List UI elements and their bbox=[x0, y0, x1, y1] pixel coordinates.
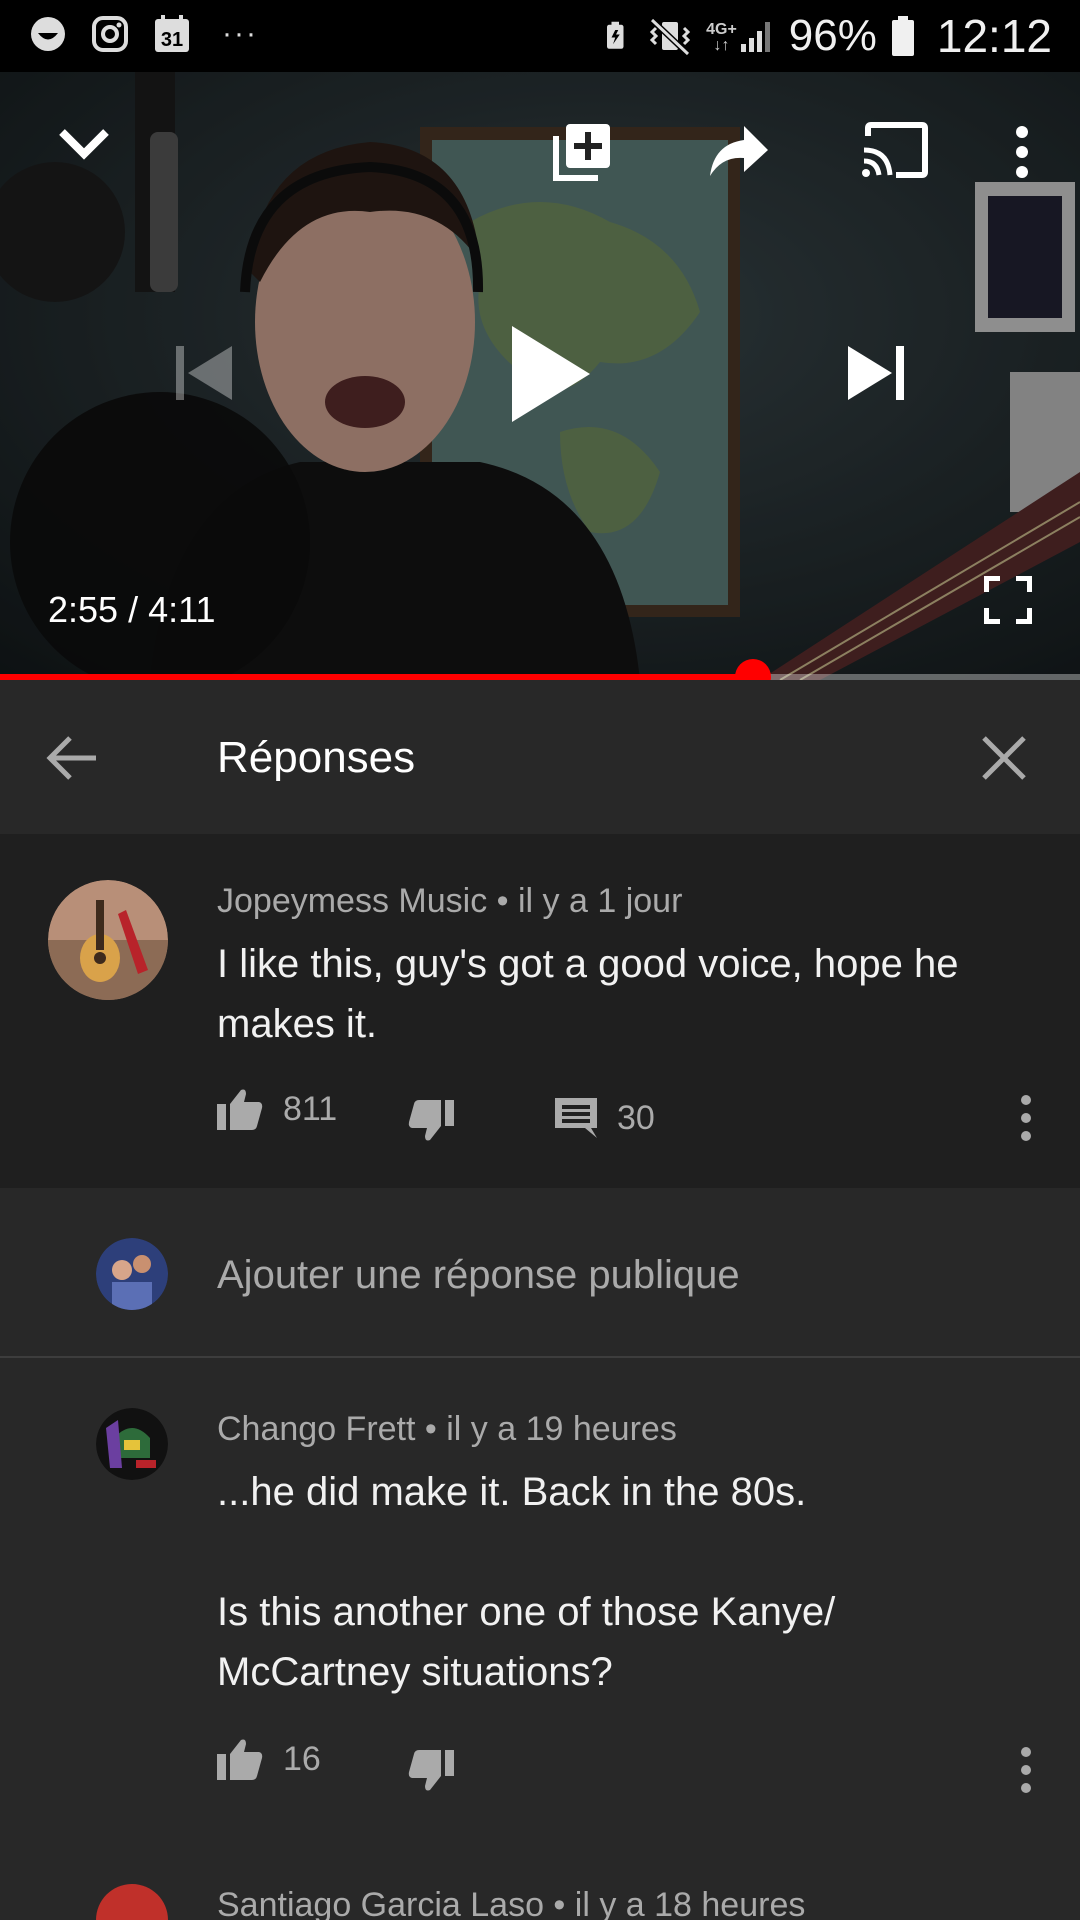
reply-input-row[interactable]: Ajouter une réponse publique bbox=[0, 1188, 1080, 1358]
battery-saver-icon bbox=[607, 21, 624, 49]
calendar-day: 31 bbox=[161, 29, 183, 51]
reply-count: 30 bbox=[617, 1099, 655, 1137]
reply-meta: Santiago Garcia Laso • il y a 18 heures bbox=[217, 1886, 806, 1920]
data-arrows-icon: ↓↑ bbox=[713, 37, 730, 54]
video-player[interactable]: 2:55 / 4:11 bbox=[0, 72, 1080, 680]
clock: 12:12 bbox=[936, 10, 1052, 62]
playback-time: 2:55 / 4:11 bbox=[48, 589, 216, 630]
battery-percent: 96% bbox=[788, 11, 877, 60]
author-avatar[interactable] bbox=[48, 880, 168, 1000]
like-button[interactable]: 811 bbox=[217, 1088, 337, 1130]
reply-more-icon[interactable] bbox=[1016, 1746, 1036, 1794]
more-options-icon[interactable] bbox=[1012, 124, 1032, 180]
previous-track-icon[interactable] bbox=[176, 344, 232, 402]
comment-more-icon[interactable] bbox=[1016, 1094, 1036, 1142]
like-count: 811 bbox=[283, 1090, 338, 1128]
reply-author-avatar[interactable] bbox=[96, 1884, 168, 1920]
comment-text: I like this, guy's got a good voice, hop… bbox=[217, 942, 959, 1046]
play-icon[interactable] bbox=[510, 326, 590, 422]
signal-icon bbox=[740, 22, 770, 52]
replies-button[interactable]: 30 bbox=[555, 1097, 655, 1139]
reply-dislike-button[interactable] bbox=[408, 1750, 454, 1792]
share-icon[interactable] bbox=[710, 126, 768, 176]
battery-icon bbox=[891, 16, 914, 56]
replies-list: Chango Frett • il y a 19 heures ...he di… bbox=[0, 1358, 1080, 1920]
thumbs-up-icon bbox=[217, 1089, 263, 1130]
reply-like-button[interactable]: 16 bbox=[217, 1738, 321, 1780]
instagram-icon bbox=[92, 16, 128, 52]
page-title: Réponses bbox=[217, 733, 416, 782]
reply-text: ...he did make it. Back in the 80s. Is t… bbox=[217, 1470, 836, 1694]
reply-like-count: 16 bbox=[283, 1740, 321, 1778]
vibrate-mute-icon bbox=[649, 17, 691, 56]
smiley-notification-icon bbox=[31, 17, 65, 51]
thumbs-down-icon bbox=[408, 1100, 454, 1141]
comment-icon bbox=[555, 1098, 597, 1138]
add-to-playlist-icon[interactable] bbox=[552, 122, 612, 182]
back-arrow-icon[interactable] bbox=[44, 730, 100, 786]
calendar-icon: 31 bbox=[155, 15, 189, 52]
dislike-button[interactable] bbox=[408, 1100, 454, 1142]
close-icon[interactable] bbox=[976, 730, 1032, 786]
minimize-chevron-icon[interactable] bbox=[56, 124, 112, 164]
reply-author-avatar[interactable] bbox=[96, 1408, 168, 1480]
reply-input-placeholder[interactable]: Ajouter une réponse publique bbox=[217, 1250, 740, 1300]
next-track-icon[interactable] bbox=[848, 344, 904, 402]
parent-comment: Jopeymess Music • il y a 1 jour I like t… bbox=[0, 834, 1080, 1188]
fullscreen-icon[interactable] bbox=[984, 576, 1032, 624]
more-notifications: ··· bbox=[222, 17, 258, 50]
user-avatar bbox=[96, 1238, 168, 1310]
comment-meta: Jopeymess Music • il y a 1 jour bbox=[217, 882, 683, 920]
network-type: 4G+ bbox=[706, 21, 737, 38]
replies-header: Réponses bbox=[0, 680, 1080, 834]
thumbs-up-icon bbox=[217, 1739, 263, 1780]
cast-icon[interactable] bbox=[860, 122, 928, 178]
status-bar: 31 ··· 4G+ ↓↑ 96% 12:12 bbox=[0, 0, 1080, 72]
network-indicator: 4G+ ↓↑ bbox=[706, 18, 775, 54]
thumbs-down-icon bbox=[408, 1750, 454, 1791]
reply-meta: Chango Frett • il y a 19 heures bbox=[217, 1410, 677, 1448]
